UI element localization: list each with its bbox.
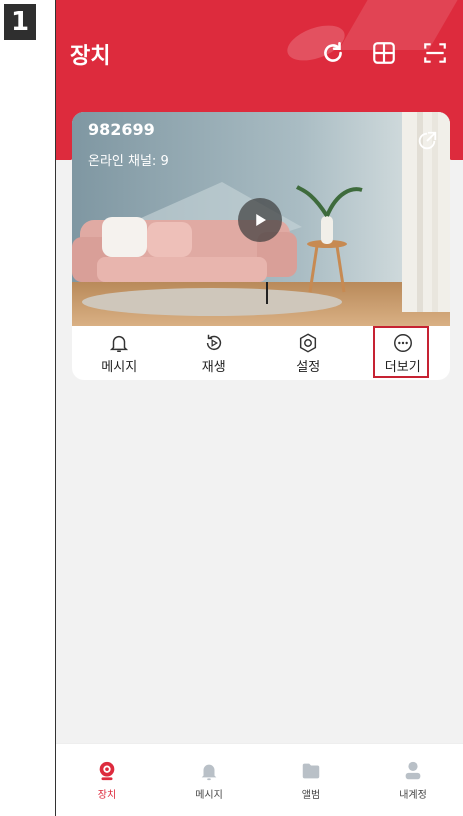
grid-view-icon[interactable] [371,40,397,66]
tab-label: 내계정 [399,789,427,801]
device-card: 982699 온라인 채널: 9 메시지 재생 설정 더보기 [72,112,450,380]
action-label: 메시지 [101,359,138,375]
action-settings[interactable]: 설정 [261,326,356,380]
settings-icon [300,332,317,353]
folder-icon [302,763,320,778]
camera-preview[interactable]: 982699 온라인 채널: 9 [72,112,450,326]
user-icon [405,761,421,779]
tab-label: 장치 [97,789,117,801]
action-label: 재생 [201,359,226,375]
camera-icon [99,761,115,780]
more-highlight-box [373,326,429,378]
scan-icon[interactable] [422,40,448,66]
device-name: 982699 [88,120,155,139]
tab-account[interactable]: 내계정 [362,744,463,816]
bell-icon [110,335,129,352]
refresh-icon[interactable] [320,40,346,66]
play-icon [256,214,266,226]
tab-message[interactable]: 메시지 [158,744,260,816]
tab-label: 메시지 [195,789,223,801]
action-label: 설정 [296,359,321,375]
play-button[interactable] [238,198,282,242]
action-playback[interactable]: 재생 [167,326,262,380]
replay-icon [206,334,221,350]
share-icon[interactable] [416,130,438,152]
phone-screen: 장치 982699 온라인 채널: 9 메시지 재생 설정 더보기 장치 메시지… [55,0,463,816]
tab-device[interactable]: 장치 [56,744,158,816]
tab-album[interactable]: 앨범 [260,744,362,816]
bell-icon [201,764,217,780]
step-badge: 1 [4,4,36,40]
action-message[interactable]: 메시지 [72,326,167,380]
bottom-tab-bar: 장치 메시지 앨범 내계정 [56,743,463,816]
online-channels: 온라인 채널: 9 [88,154,169,169]
tab-label: 앨범 [301,789,321,801]
page-title: 장치 [70,44,111,69]
